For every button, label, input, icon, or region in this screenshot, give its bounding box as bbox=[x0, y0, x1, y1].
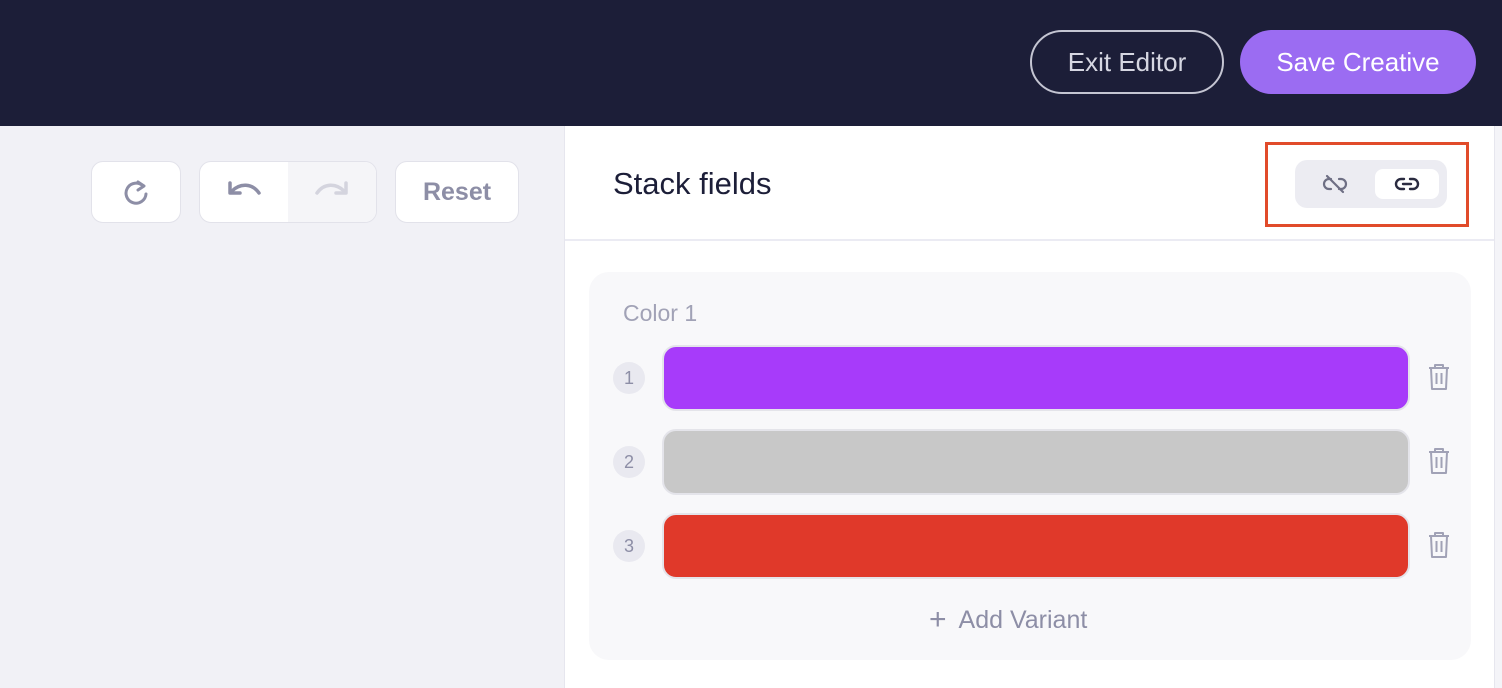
redo-button[interactable] bbox=[288, 162, 376, 222]
redo-icon bbox=[315, 181, 348, 195]
color-swatch[interactable] bbox=[662, 345, 1410, 411]
trash-icon[interactable] bbox=[1427, 446, 1451, 476]
save-creative-button[interactable]: Save Creative bbox=[1240, 30, 1476, 94]
undo-button[interactable] bbox=[200, 162, 288, 222]
scrollbar[interactable] bbox=[1494, 126, 1502, 688]
reset-button[interactable]: Reset bbox=[395, 161, 519, 223]
panel-header: Stack fields bbox=[565, 126, 1495, 241]
plus-icon: + bbox=[929, 603, 947, 636]
add-variant-button[interactable]: + Add Variant bbox=[929, 600, 1087, 640]
stack-fields-panel: Stack fields Color 1 1 2 3 + Add Variant bbox=[564, 126, 1495, 688]
color-swatch[interactable] bbox=[662, 513, 1410, 579]
add-variant-label: Add Variant bbox=[958, 605, 1088, 634]
variant-row: 2 bbox=[589, 429, 1471, 495]
variant-number: 1 bbox=[613, 362, 645, 394]
panel-title: Stack fields bbox=[613, 166, 772, 201]
link-option[interactable] bbox=[1375, 169, 1439, 199]
undo-redo-group bbox=[199, 161, 377, 223]
unlink-option[interactable] bbox=[1303, 169, 1367, 199]
color-swatch[interactable] bbox=[662, 429, 1410, 495]
exit-editor-button[interactable]: Exit Editor bbox=[1030, 30, 1224, 94]
refresh-icon bbox=[124, 180, 148, 205]
trash-icon[interactable] bbox=[1427, 362, 1451, 392]
variant-row: 3 bbox=[589, 513, 1471, 579]
link-toggle bbox=[1295, 160, 1447, 208]
field-label: Color 1 bbox=[623, 300, 698, 326]
undo-icon bbox=[228, 181, 261, 195]
link-icon bbox=[1394, 177, 1420, 191]
unlink-icon bbox=[1322, 174, 1348, 194]
top-bar: Exit Editor Save Creative bbox=[0, 0, 1502, 126]
variant-number: 3 bbox=[613, 530, 645, 562]
color-field-card: Color 1 1 2 3 + Add Variant bbox=[589, 272, 1471, 660]
trash-icon[interactable] bbox=[1427, 530, 1451, 560]
variant-number: 2 bbox=[613, 446, 645, 478]
variant-row: 1 bbox=[589, 345, 1471, 411]
refresh-button[interactable] bbox=[91, 161, 181, 223]
